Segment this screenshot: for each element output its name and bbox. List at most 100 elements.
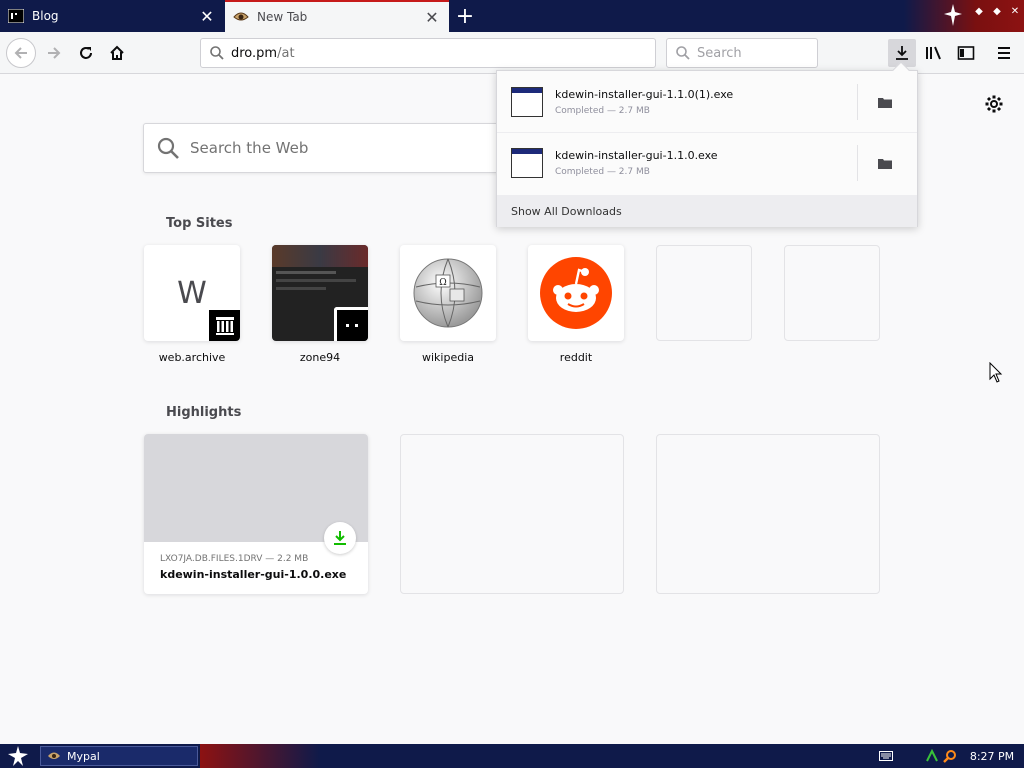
- tab-strip: Blog ✕ New Tab ✕ + ◆ ◆ ✕: [0, 0, 1024, 32]
- open-folder-icon[interactable]: [877, 94, 893, 110]
- menu-button[interactable]: [990, 39, 1018, 67]
- wikipedia-globe-icon: Ω: [413, 258, 483, 328]
- top-site-zone94[interactable]: zone94: [272, 245, 368, 364]
- sidebar-button[interactable]: [952, 39, 980, 67]
- taskbar-app-label: Mypal: [67, 749, 100, 763]
- site-label: wikipedia: [421, 351, 474, 364]
- site-label: reddit: [559, 351, 593, 364]
- tab-blog[interactable]: Blog ✕: [0, 0, 224, 32]
- site-screenshot-line: [276, 271, 336, 274]
- site-tile[interactable]: W: [144, 245, 240, 341]
- download-item[interactable]: kdewin-installer-gui-1.1.0.exe Completed…: [497, 133, 917, 193]
- highlight-thumbnail: [144, 434, 368, 554]
- forward-button[interactable]: [40, 39, 68, 67]
- search-icon: [157, 137, 179, 159]
- item-separator: [857, 84, 858, 120]
- highlight-card[interactable]: LXO7JA.DB.FILES.1DRV — 2.2 MB kdewin-ins…: [144, 434, 368, 594]
- highlight-source: LXO7JA.DB.FILES.1DRV — 2.2 MB: [160, 554, 309, 564]
- highlights-heading: Highlights: [166, 405, 242, 420]
- site-label: zone94: [299, 351, 341, 364]
- highlight-empty: [400, 434, 624, 594]
- taskbar-app-mypal[interactable]: Mypal: [40, 746, 198, 766]
- download-status: Completed — 2.7 MB: [555, 167, 650, 177]
- search-input[interactable]: [697, 45, 807, 61]
- keyboard-icon[interactable]: [878, 747, 894, 765]
- site-tile[interactable]: [272, 245, 368, 341]
- exe-file-icon: [511, 87, 543, 117]
- navigation-toolbar: dro.pm/at: [0, 32, 1024, 74]
- tab-title: New Tab: [257, 10, 308, 24]
- close-icon[interactable]: ✕: [423, 8, 441, 27]
- close-icon[interactable]: ✕: [198, 7, 216, 26]
- site-screenshot-line: [276, 287, 326, 290]
- web-search-input[interactable]: [190, 139, 490, 157]
- url-path: /at: [277, 45, 295, 61]
- back-button[interactable]: [6, 38, 36, 68]
- zone94-icon: [334, 307, 368, 341]
- download-status: Completed — 2.7 MB: [555, 106, 650, 116]
- site-label: web.archive: [158, 351, 226, 364]
- download-filename: kdewin-installer-gui-1.1.0(1).exe: [555, 88, 734, 101]
- titlebar-decoration: [904, 0, 1024, 32]
- reload-icon: [80, 47, 92, 59]
- url-bar[interactable]: dro.pm/at: [200, 38, 656, 68]
- top-site-reddit[interactable]: reddit: [528, 245, 624, 364]
- open-folder-icon[interactable]: [877, 155, 893, 171]
- empty-site-tile: [784, 245, 880, 341]
- top-site-web-archive[interactable]: W web.archive: [144, 245, 240, 364]
- top-sites-heading: Top Sites: [166, 216, 233, 231]
- close-window-icon[interactable]: ✕: [1008, 4, 1022, 18]
- download-item[interactable]: kdewin-installer-gui-1.1.0(1).exe Comple…: [497, 72, 917, 132]
- empty-site-tile: [656, 245, 752, 341]
- tab-title: Blog: [32, 9, 59, 23]
- mypal-app-icon: [48, 752, 60, 759]
- home-icon: [110, 45, 124, 60]
- tab-new-tab[interactable]: New Tab ✕: [225, 0, 449, 32]
- taskbar-decoration: [200, 744, 320, 768]
- star-logo-icon: [944, 4, 962, 26]
- sidebar-icon: [957, 46, 975, 60]
- home-button[interactable]: [103, 39, 131, 67]
- top-site-wikipedia[interactable]: Ω wikipedia: [400, 245, 496, 364]
- top-site-empty: [784, 245, 880, 341]
- search-bar[interactable]: [666, 38, 818, 68]
- reload-button[interactable]: [72, 39, 100, 67]
- hamburger-menu-icon: [998, 47, 1010, 59]
- url-host: dro.pm: [231, 45, 278, 61]
- top-site-empty: [656, 245, 752, 341]
- exe-file-icon: [511, 148, 543, 178]
- reddit-alien-icon: [540, 257, 612, 329]
- settings-gear-icon[interactable]: [984, 94, 1004, 114]
- site-screenshot-line: [276, 279, 356, 282]
- show-all-downloads-button[interactable]: Show All Downloads: [497, 195, 917, 227]
- site-screenshot-header: [272, 245, 368, 267]
- library-button[interactable]: [920, 39, 948, 67]
- highlight-empty: [656, 434, 880, 594]
- search-icon: [676, 46, 690, 60]
- blog-favicon-icon: [8, 8, 24, 24]
- mouse-pointer-icon: [989, 361, 1003, 384]
- network-icon[interactable]: [924, 747, 940, 765]
- eye-favicon-icon: [233, 9, 249, 25]
- search-tray-icon[interactable]: [942, 747, 958, 765]
- start-star-icon[interactable]: [4, 746, 32, 766]
- maximize-icon[interactable]: ◆: [990, 4, 1004, 18]
- library-icon: [926, 46, 941, 60]
- archive-icon: [206, 307, 240, 341]
- download-green-icon: [324, 522, 356, 554]
- wikipedia-puzzle-glyph: Ω: [439, 278, 446, 288]
- site-letter: W: [177, 275, 207, 311]
- site-tile[interactable]: Ω: [400, 245, 496, 341]
- search-icon: [210, 46, 224, 60]
- back-arrow-icon: [14, 47, 27, 59]
- minimize-icon[interactable]: ◆: [972, 4, 986, 18]
- taskbar: Mypal 8:27 PM: [0, 744, 1024, 768]
- site-tile[interactable]: [528, 245, 624, 341]
- highlight-name: kdewin-installer-gui-1.0.0.exe: [160, 568, 347, 581]
- clock[interactable]: 8:27 PM: [964, 747, 1020, 765]
- forward-arrow-icon: [48, 47, 61, 59]
- item-separator: [857, 145, 858, 181]
- download-arrow-icon: [896, 46, 908, 60]
- new-tab-button[interactable]: +: [452, 4, 478, 29]
- download-filename: kdewin-installer-gui-1.1.0.exe: [555, 149, 718, 162]
